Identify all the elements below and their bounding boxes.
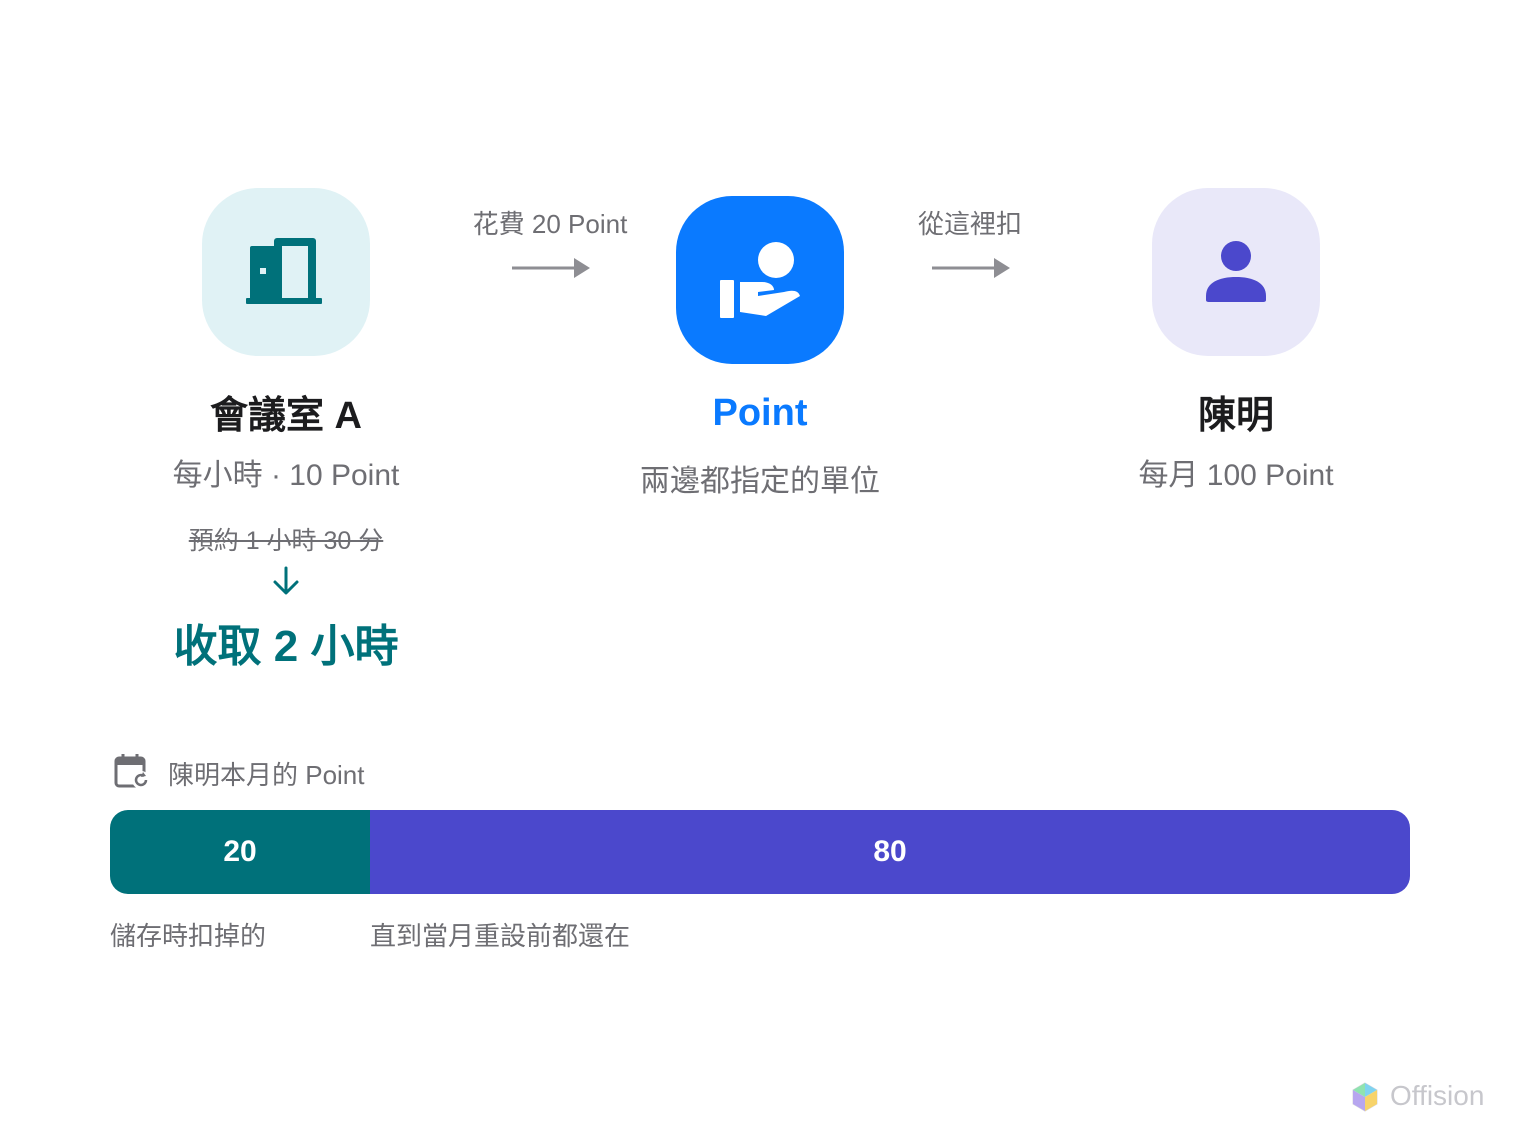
balance-caption-remaining: 直到當月重設前都還在 (370, 921, 631, 951)
point-subtitle: 兩邊都指定的單位 (640, 465, 880, 498)
point-title: Point (712, 392, 808, 434)
hand-coin-icon (720, 242, 800, 318)
balance-bar: 20 80 (110, 810, 1410, 894)
room-tile (202, 188, 370, 356)
balance-heading: 陳明本月的 Point (168, 760, 365, 790)
arrow-2-label: 從這裡扣 (917, 209, 1022, 239)
person-tile (1152, 188, 1320, 356)
balance-segment-deducted-value: 20 (223, 835, 257, 868)
arrow-1-label: 花費 20 Point (472, 209, 628, 239)
person-icon (1206, 241, 1266, 302)
right-arrow-icon (512, 258, 590, 278)
room-booked-duration: 預約 1 小時 30 分 (188, 527, 384, 555)
calendar-refresh-icon (114, 754, 150, 789)
point-tile (676, 196, 844, 364)
balance-segment-remaining-value: 80 (873, 835, 907, 868)
room-title: 會議室 A (209, 395, 362, 437)
right-arrow-icon (932, 258, 1010, 278)
balance-segment-deducted: 20 (110, 810, 370, 894)
balance-segment-remaining: 80 (370, 810, 1410, 894)
door-icon (246, 238, 322, 304)
offision-logo-icon (1352, 1082, 1378, 1112)
room-charged-duration: 收取 2 小時 (173, 622, 399, 671)
balance-caption-deducted: 儲存時扣掉的 (110, 921, 267, 951)
person-quota: 每月 100 Point (1138, 459, 1334, 492)
person-name: 陳明 (1197, 395, 1274, 437)
brand-name: Offision (1390, 1080, 1485, 1111)
down-arrow-icon (273, 566, 299, 595)
flow-arrow-1: 花費 20 Point (450, 204, 650, 241)
room-rate: 每小時 · 10 Point (172, 459, 400, 492)
flow-arrow-2: 從這裡扣 (870, 204, 1070, 241)
